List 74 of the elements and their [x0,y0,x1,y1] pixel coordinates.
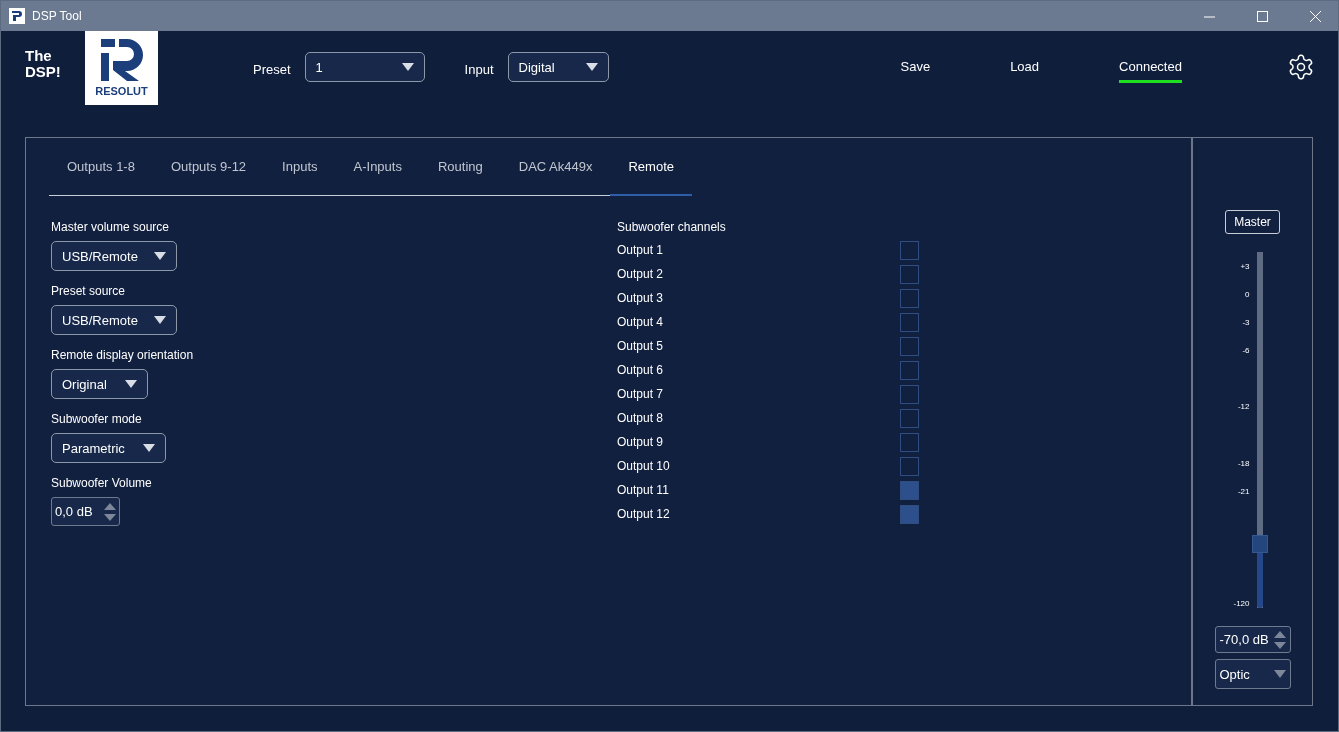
checkbox[interactable] [900,336,919,356]
tab[interactable]: DAC Ak449x [500,150,611,196]
connection-status: Connected [1119,59,1182,83]
logo-text: RESOLUT [95,85,148,97]
dropdown[interactable]: Parametric [51,433,166,463]
volume-field[interactable]: -70,0 dB [1214,626,1291,653]
checkbox[interactable] [900,456,919,476]
spin-field[interactable]: 0,0 dB [51,497,120,526]
brand-text: The DSP! [25,48,62,80]
preset-label: Preset [253,62,291,77]
tab[interactable]: Inputs [264,150,336,196]
output-label: Output 10 [617,459,670,473]
window-title: DSP Tool [32,9,83,23]
scale-label: 0 [1245,290,1250,299]
output-label: Output 7 [617,387,664,401]
load-link[interactable]: Load [1010,59,1040,78]
checkbox[interactable] [900,480,919,500]
source-dropdown[interactable]: Optic [1214,659,1291,689]
tab[interactable]: A-Inputs [335,150,420,196]
dropdown-caret-icon [1273,670,1286,678]
dropdown-caret-icon [143,444,155,452]
checkbox[interactable] [900,264,919,284]
dropdown-caret-icon [585,63,598,71]
tab[interactable]: Outputs 9-12 [152,150,265,196]
output-label: Output 11 [617,483,669,497]
checkbox[interactable] [900,384,919,404]
scale-label: +3 [1240,262,1250,271]
field-label: Subwoofer Volume [51,476,153,490]
input-label: Input [464,62,494,77]
output-label: Output 1 [617,243,664,257]
field-label: Master volume source [51,220,171,234]
field-label: Remote display orientation [51,348,195,362]
checkbox[interactable] [900,288,919,308]
output-label: Output 4 [617,315,664,329]
dropdown-caret-icon [125,380,137,388]
output-label: Output 8 [617,411,664,425]
scale-label: -12 [1237,402,1250,411]
checkbox[interactable] [900,312,919,332]
checkbox[interactable] [900,432,919,452]
checkbox[interactable] [900,240,919,260]
field-label: Subwoofer mode [51,412,143,426]
master-button[interactable]: Master [1225,210,1280,234]
dropdown[interactable]: USB/Remote [51,305,177,335]
app-logo-icon [9,8,25,24]
output-label: Output 3 [617,291,664,305]
scale-label: -3 [1242,318,1250,327]
checkbox[interactable] [900,360,919,380]
dropdown[interactable]: USB/Remote [51,241,177,271]
slider-thumb[interactable] [1251,534,1268,553]
tab[interactable]: Remote [610,150,692,196]
output-label: Output 5 [617,339,664,353]
output-label: Output 6 [617,363,664,377]
dropdown[interactable]: Original [51,369,148,399]
output-label: Output 9 [617,435,664,449]
scale-label: -21 [1237,487,1250,496]
maximize-icon [1256,10,1268,22]
tab[interactable]: Routing [419,150,501,196]
scale-label: -120 [1233,599,1250,608]
close-icon [1309,10,1321,22]
output-label: Output 12 [617,507,670,521]
save-link[interactable]: Save [900,59,931,78]
preset-dropdown[interactable]: 1 [304,52,425,82]
section-title: Subwoofer channels [617,220,727,234]
output-label: Output 2 [617,267,664,281]
scale-label: -6 [1242,346,1250,355]
checkbox[interactable] [900,504,919,524]
tab[interactable]: Outputs 1-8 [49,150,153,196]
field-label: Preset source [51,284,127,298]
dropdown-caret-icon [401,63,414,71]
input-dropdown[interactable]: Digital [507,52,609,82]
dropdown-caret-icon [154,316,166,324]
scale-label: -18 [1237,459,1250,468]
checkbox[interactable] [900,408,919,428]
dropdown-caret-icon [154,252,166,260]
